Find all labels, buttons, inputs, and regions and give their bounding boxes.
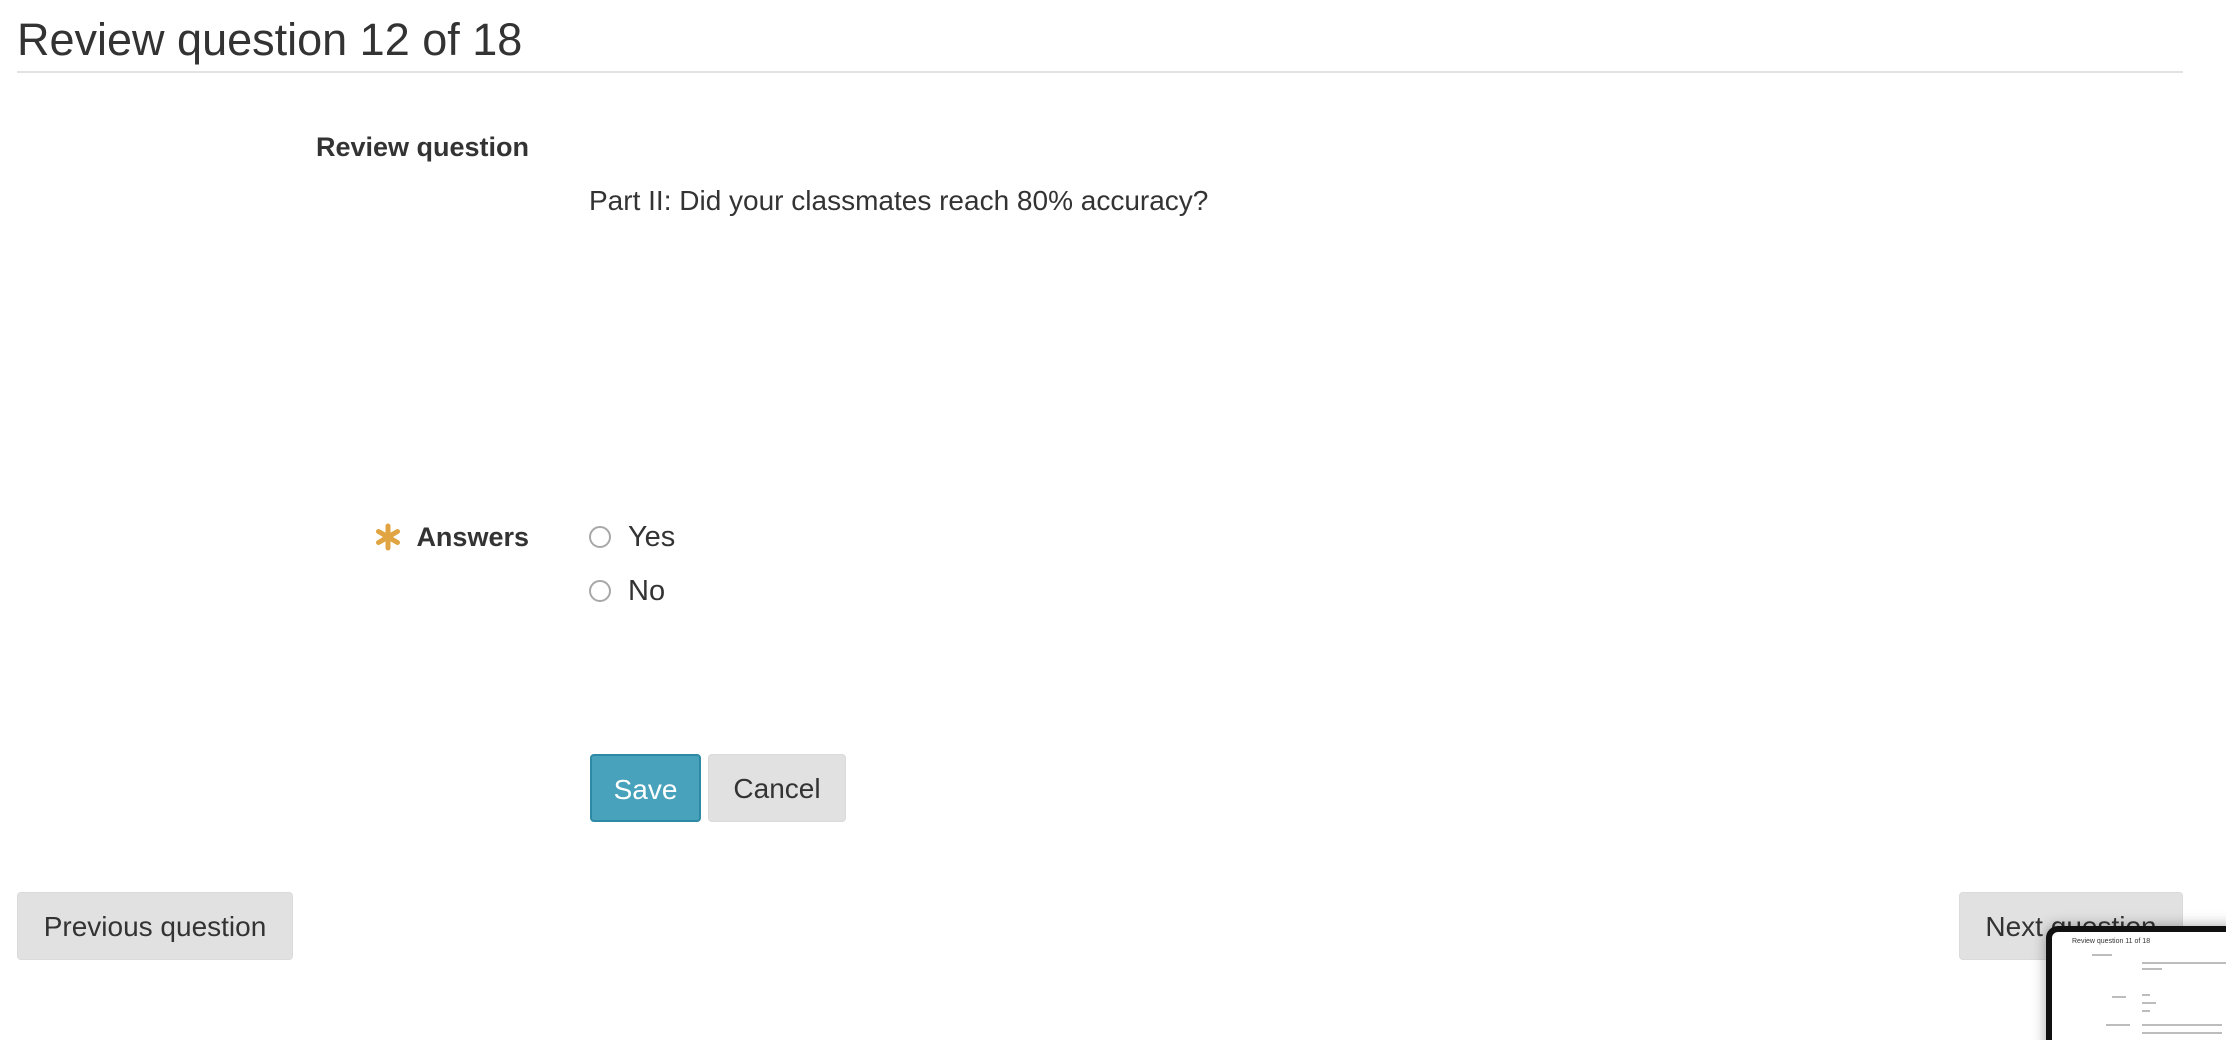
review-question-page: Review question 12 of 18 Review question… [0,0,2226,1040]
page-title: Review question 12 of 18 [17,14,523,65]
answers-radio-group: Yes No [589,519,675,627]
answers-label: Answers [416,522,529,552]
thumbnail-line [2142,1032,2222,1034]
thumbnail-line [2142,962,2226,964]
thumbnail-line [2112,996,2126,998]
thumbnail-line [2142,1002,2156,1004]
answer-option-label: Yes [628,521,676,553]
thumbnail-line [2142,1010,2150,1012]
save-button[interactable]: Save [590,754,701,822]
answer-option-label: No [628,575,666,607]
radio-button-yes[interactable] [589,526,611,548]
title-divider [17,71,2183,73]
thumbnail-line [2142,968,2162,970]
radio-button-no[interactable] [589,580,611,602]
thumbnail-line [2106,1024,2130,1026]
cancel-button[interactable]: Cancel [708,754,846,822]
review-question-label: Review question [315,132,529,162]
screenshot-thumbnail-preview[interactable]: Review question 11 of 18 [2046,926,2226,1040]
previous-question-button[interactable]: Previous question [17,892,293,960]
required-asterisk-icon [374,523,402,551]
answer-option-yes[interactable]: Yes [589,519,675,555]
answers-label-row: Answers [374,520,529,554]
thumbnail-title: Review question 11 of 18 [2072,938,2151,945]
thumbnail-line [2092,954,2112,956]
thumbnail-line [2142,1024,2222,1026]
question-text: Part II: Did your classmates reach 80% a… [589,185,1209,216]
answer-option-no[interactable]: No [589,573,675,609]
thumbnail-line [2142,994,2150,996]
